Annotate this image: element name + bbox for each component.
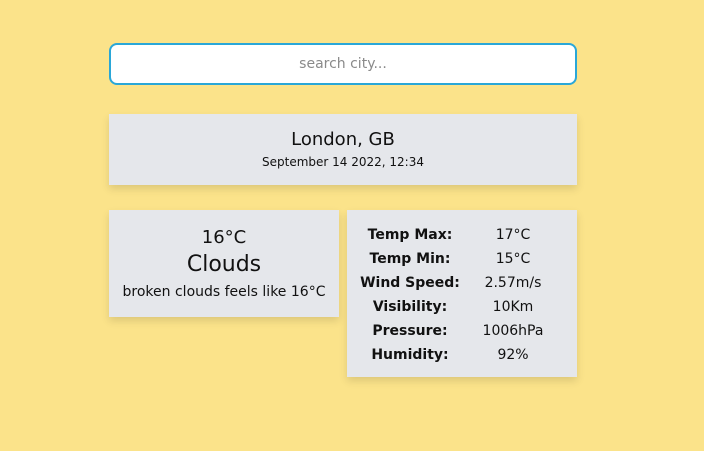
detail-label: Visibility: bbox=[372, 299, 448, 315]
current-description: broken clouds feels like 16°C bbox=[122, 283, 326, 300]
search-box[interactable] bbox=[109, 43, 577, 85]
current-condition: Clouds bbox=[186, 251, 262, 277]
weather-details-card: Temp Max: 17°C Temp Min: 15°C Wind Speed… bbox=[347, 210, 577, 377]
detail-row-wind-speed: Wind Speed: 2.57m/s bbox=[347, 271, 577, 295]
detail-label: Wind Speed: bbox=[360, 275, 460, 291]
detail-label: Pressure: bbox=[372, 323, 448, 339]
detail-value: 17°C bbox=[495, 227, 531, 243]
detail-label: Humidity: bbox=[371, 347, 449, 363]
detail-value: 92% bbox=[497, 347, 529, 363]
detail-label: Temp Min: bbox=[369, 251, 451, 267]
location-name: London, GB bbox=[291, 129, 395, 150]
detail-value: 15°C bbox=[495, 251, 531, 267]
detail-value: 1006hPa bbox=[482, 323, 544, 339]
current-temperature: 16°C bbox=[201, 226, 247, 248]
detail-row-temp-min: Temp Min: 15°C bbox=[347, 247, 577, 271]
location-card: London, GB September 14 2022, 12:34 bbox=[109, 114, 577, 185]
detail-value: 10Km bbox=[492, 299, 534, 315]
search-input[interactable] bbox=[111, 45, 575, 83]
current-weather-card: 16°C Clouds broken clouds feels like 16°… bbox=[109, 210, 339, 317]
detail-value: 2.57m/s bbox=[484, 275, 542, 291]
detail-label: Temp Max: bbox=[367, 227, 453, 243]
location-datetime: September 14 2022, 12:34 bbox=[262, 155, 424, 169]
detail-row-pressure: Pressure: 1006hPa bbox=[347, 319, 577, 343]
detail-row-visibility: Visibility: 10Km bbox=[347, 295, 577, 319]
detail-row-humidity: Humidity: 92% bbox=[347, 343, 577, 367]
detail-row-temp-max: Temp Max: 17°C bbox=[347, 223, 577, 247]
